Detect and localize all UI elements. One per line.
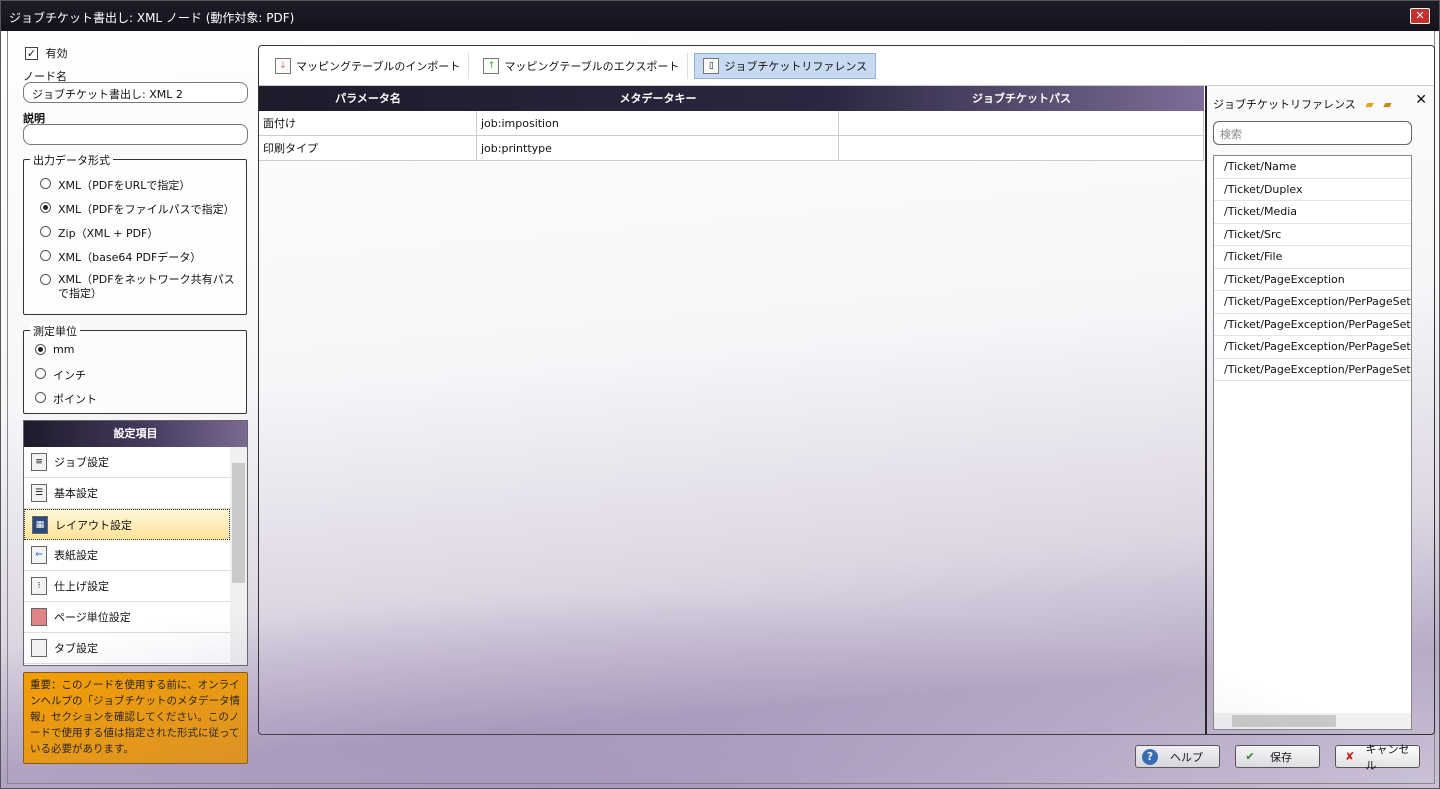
window-title: ジョブチケット書出し: XML ノード (動作対象: PDF)	[9, 11, 295, 25]
list-item[interactable]: /Ticket/PageException/PerPageSettings	[1214, 336, 1411, 359]
table-header: パラメータ名 メタデータキー ジョブチケットパス	[259, 86, 1204, 111]
radio-icon	[35, 392, 46, 403]
table-cell[interactable]: job:imposition	[477, 111, 839, 135]
table-cell[interactable]: 印刷タイプ	[259, 136, 477, 160]
enabled-checkbox[interactable]: ✓ 有効	[25, 45, 68, 61]
panel-icon: ▯	[703, 57, 720, 74]
unit-option-mm[interactable]: mm	[35, 343, 74, 356]
unit-option-point[interactable]: ポイント	[35, 391, 97, 407]
enabled-label: 有効	[45, 47, 68, 60]
import-mapping-button[interactable]: ↓ マッピングテーブルのインポート	[267, 52, 470, 79]
mapping-panel: ↓ マッピングテーブルのインポート ↑ マッピングテーブルのエクスポート ▯ ジョブチ…	[258, 45, 1435, 735]
save-button[interactable]: ✔ 保存	[1235, 745, 1320, 768]
list-item[interactable]: /Ticket/File	[1214, 246, 1411, 269]
close-icon[interactable]: ✕	[1415, 92, 1427, 108]
cover-arrow-icon: ⇐	[31, 546, 47, 564]
important-note: 重要：このノードを使用する前に、オンラインヘルプの「ジョブチケットのメタデータ情…	[23, 672, 248, 764]
table-row[interactable]: 面付け job:imposition	[259, 111, 1204, 136]
format-option-filepath[interactable]: XML（PDFをファイルパスで指定）	[40, 201, 235, 217]
export-mapping-button[interactable]: ↑ マッピングテーブルのエクスポート	[475, 52, 689, 79]
list-item[interactable]: /Ticket/Duplex	[1214, 179, 1411, 201]
settings-item-cover[interactable]: ⇐ 表紙設定	[24, 540, 230, 571]
folder-delete-icon[interactable]: ▰	[1383, 98, 1391, 111]
node-name-field[interactable]: ジョブチケット書出し: XML 2	[23, 82, 248, 103]
list-item[interactable]: /Ticket/PageException/PerPageSettings	[1214, 359, 1411, 381]
unit-group: 測定単位 mm インチ ポイント	[23, 323, 247, 414]
ticket-reference-button[interactable]: ▯ ジョブチケットリファレンス	[694, 52, 877, 79]
cancel-button[interactable]: ✘ キャンセル	[1335, 743, 1420, 772]
format-option-url[interactable]: XML（PDFをURLで指定）	[40, 177, 190, 193]
search-input[interactable]: 検索	[1213, 121, 1412, 145]
dialog-body: ✓ 有効 ノード名 ジョブチケット書出し: XML 2 説明 出力データ形式 X…	[7, 31, 1435, 784]
list-item[interactable]: /Ticket/Src	[1214, 224, 1411, 246]
dialog-window: ジョブチケット書出し: XML ノード (動作対象: PDF) ✕ ✓ 有効 ノ…	[0, 0, 1440, 789]
table-row[interactable]: 印刷タイプ job:printtype	[259, 136, 1204, 161]
unit-option-inch[interactable]: インチ	[35, 367, 86, 383]
list-icon: ☰	[31, 484, 47, 502]
table-cell[interactable]: 面付け	[259, 111, 477, 135]
horizontal-scrollbar[interactable]	[1214, 713, 1411, 729]
title-bar: ジョブチケット書出し: XML ノード (動作対象: PDF) ✕	[1, 1, 1439, 31]
column-header[interactable]: パラメータ名	[259, 86, 477, 111]
reference-panel: ジョブチケットリファレンス ▰ ▰ ✕ 検索 /Ticket/Name /Tic…	[1205, 86, 1434, 734]
tab-icon	[31, 639, 47, 657]
list-item[interactable]: /Ticket/Media	[1214, 201, 1411, 224]
pages-icon	[31, 608, 47, 626]
settings-item-finishing[interactable]: ⁝ 仕上げ設定	[24, 571, 230, 602]
format-option-zip[interactable]: Zip（XML + PDF）	[40, 225, 158, 241]
export-icon: ↑	[483, 57, 500, 74]
settings-item-page[interactable]: ページ単位設定	[24, 602, 230, 633]
format-option-base64[interactable]: XML（base64 PDFデータ）	[40, 249, 201, 265]
table-cell[interactable]	[839, 111, 1204, 135]
reference-list: /Ticket/Name /Ticket/Duplex /Ticket/Medi…	[1213, 155, 1412, 730]
check-icon: ✓	[25, 47, 38, 60]
table-cell[interactable]: job:printtype	[477, 136, 839, 160]
unit-title: 測定単位	[30, 323, 80, 339]
list-item[interactable]: /Ticket/PageException/PerPageSettings	[1214, 291, 1411, 314]
cancel-x-icon: ✘	[1345, 749, 1355, 763]
staple-icon: ⁝	[31, 577, 47, 595]
settings-item-job[interactable]: ≡ ジョブ設定	[24, 447, 230, 478]
output-format-group: 出力データ形式 XML（PDFをURLで指定） XML（PDFをファイルパスで指…	[23, 152, 247, 315]
list-item[interactable]: /Ticket/Name	[1214, 156, 1411, 179]
settings-item-layout[interactable]: ▦ レイアウト設定	[24, 509, 230, 540]
checkmark-icon: ✔	[1245, 749, 1255, 763]
column-header[interactable]: ジョブチケットパス	[839, 86, 1204, 111]
import-icon: ↓	[275, 57, 291, 74]
mapping-table: パラメータ名 メタデータキー ジョブチケットパス 面付け job:imposit…	[259, 86, 1204, 734]
settings-title: 設定項目	[24, 421, 247, 447]
help-button[interactable]: ? ヘルプ	[1135, 745, 1220, 768]
column-header[interactable]: メタデータキー	[477, 86, 839, 111]
folder-icon[interactable]: ▰	[1365, 98, 1373, 111]
list-item[interactable]: /Ticket/PageException	[1214, 269, 1411, 291]
radio-icon	[40, 226, 51, 237]
radio-icon	[40, 250, 51, 261]
layout-icon: ▦	[32, 515, 48, 534]
list-item[interactable]: /Ticket/PageException/PerPageSettings	[1214, 314, 1411, 336]
toolbar: ↓ マッピングテーブルのインポート ↑ マッピングテーブルのエクスポート ▯ ジョブチ…	[259, 46, 1434, 86]
settings-scrollbar[interactable]	[230, 447, 247, 665]
radio-selected-icon	[40, 202, 51, 213]
settings-list: 設定項目 ≡ ジョブ設定 ☰ 基本設定 ▦ レイアウト設定 ⇐ 表紙設定 ⁝ 仕上げ設定 …	[23, 420, 248, 666]
table-cell[interactable]	[839, 136, 1204, 160]
settings-item-tab[interactable]: タブ設定	[24, 633, 230, 664]
radio-icon	[40, 178, 51, 189]
format-option-network[interactable]: XML（PDFをネットワーク共有パスで指定）	[40, 273, 240, 301]
close-icon[interactable]: ✕	[1410, 8, 1430, 24]
description-field[interactable]	[23, 124, 248, 145]
settings-item-basic[interactable]: ☰ 基本設定	[24, 478, 230, 509]
radio-icon	[35, 368, 46, 379]
help-icon: ?	[1142, 748, 1158, 765]
radio-selected-icon	[35, 344, 46, 355]
reference-title: ジョブチケットリファレンス ▰ ▰	[1213, 98, 1392, 111]
document-icon: ≡	[31, 453, 47, 471]
radio-icon	[40, 274, 51, 285]
scroll-thumb[interactable]	[1232, 715, 1336, 727]
output-format-title: 出力データ形式	[30, 152, 113, 168]
scroll-thumb[interactable]	[232, 463, 245, 583]
